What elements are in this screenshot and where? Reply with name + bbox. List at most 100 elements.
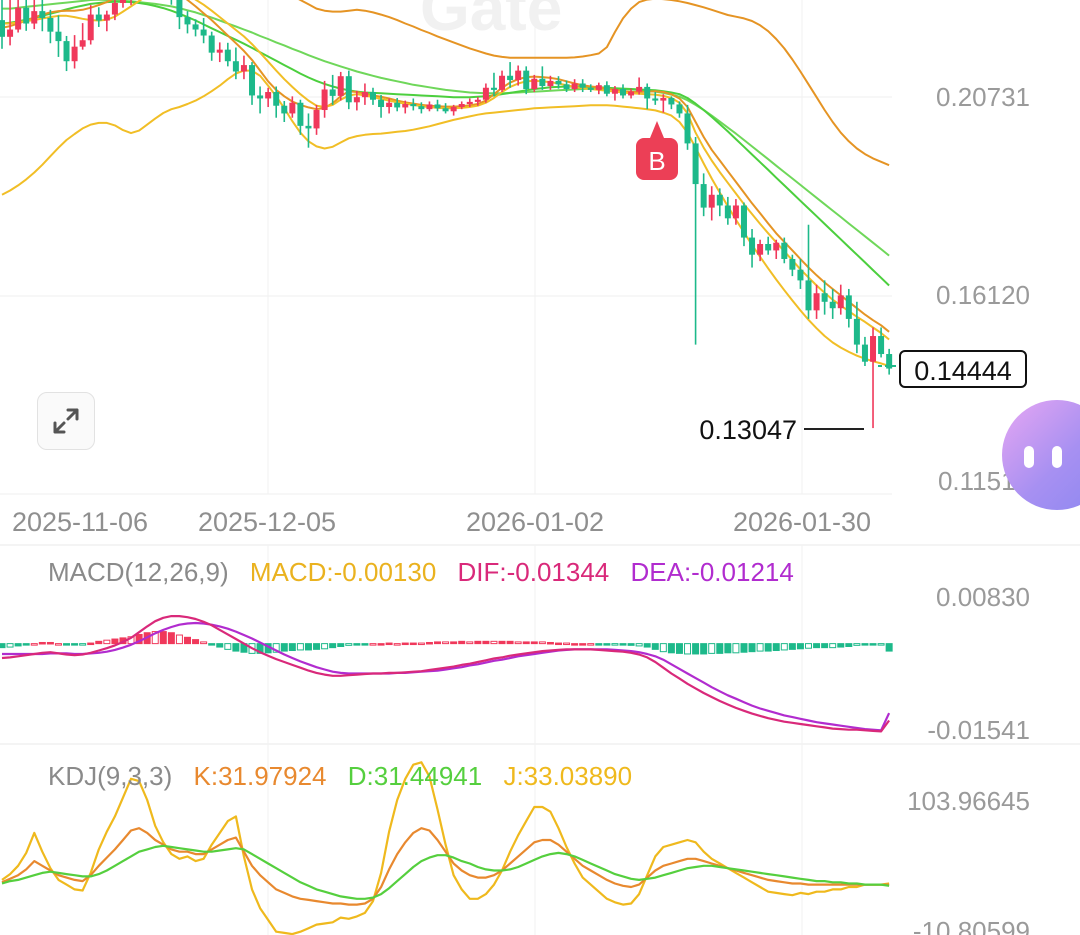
macd-title: MACD(12,26,9) <box>48 557 229 587</box>
candle <box>63 35 70 72</box>
candle-body <box>837 295 844 309</box>
macd-bar <box>87 642 95 646</box>
candle <box>95 7 102 27</box>
macd-value: MACD:-0.00130 <box>250 557 436 587</box>
candle-body <box>773 242 780 251</box>
candle <box>829 288 836 319</box>
candle-body <box>345 76 352 103</box>
candle <box>620 84 627 99</box>
candle <box>781 237 788 264</box>
macd-bar <box>71 643 79 646</box>
candle <box>644 83 651 110</box>
macd-bar <box>95 640 103 645</box>
candle-body <box>87 14 94 41</box>
macd-bar <box>522 641 530 645</box>
expand-button[interactable] <box>37 392 95 450</box>
candle-body <box>765 244 772 251</box>
candle-body <box>216 49 223 53</box>
candle-body <box>466 101 473 105</box>
macd-bar <box>183 636 191 645</box>
candle <box>757 239 764 262</box>
candle-body <box>265 92 272 99</box>
trading-chart[interactable]: Gate 0.20731 0.16120 0.11510 2025-11-06 … <box>0 0 1080 935</box>
candle <box>821 280 828 315</box>
candle-body <box>595 85 602 90</box>
candlestick-series <box>0 0 893 429</box>
candle <box>426 101 433 112</box>
macd-bar <box>46 641 54 645</box>
macd-bar <box>530 641 538 645</box>
candle-body <box>305 125 312 129</box>
candle-body <box>410 104 417 107</box>
candle-body <box>257 95 264 99</box>
macd-bar <box>611 643 619 646</box>
macd-bar <box>369 643 377 646</box>
macd-bar <box>6 643 14 648</box>
candle-body <box>620 89 627 96</box>
candle-body <box>208 35 215 53</box>
macd-bar <box>385 642 393 646</box>
macd-bar <box>780 643 788 651</box>
macd-bar <box>417 642 425 646</box>
date-tick-4: 2026-01-30 <box>733 507 871 537</box>
macd-legend: MACD(12,26,9) MACD:-0.00130 DIF:-0.01344… <box>48 557 794 587</box>
candle-body <box>845 295 852 319</box>
candle <box>861 336 868 367</box>
candle <box>79 23 86 50</box>
candle-body <box>192 24 199 30</box>
candle-body <box>313 110 320 129</box>
candle <box>224 42 231 67</box>
macd-bar <box>103 639 111 645</box>
candle-body <box>587 87 594 90</box>
candle <box>249 62 256 105</box>
candle-body <box>749 237 756 255</box>
candle-body <box>579 83 586 88</box>
candle-body <box>232 61 239 72</box>
macd-bar <box>619 643 627 646</box>
macd-bar <box>296 643 304 651</box>
candle-body <box>829 301 836 309</box>
macd-bar <box>877 643 885 646</box>
candle-body <box>378 99 385 108</box>
macd-bar <box>22 643 30 646</box>
candle-body <box>660 98 667 101</box>
macd-bar <box>651 643 659 650</box>
kdj-title: KDJ(9,3,3) <box>48 761 172 791</box>
candle-body <box>240 65 247 72</box>
moving-average-line <box>1 0 890 333</box>
macd-bar <box>724 643 732 654</box>
candle <box>265 87 272 108</box>
dea-value: DEA:-0.01214 <box>631 557 794 587</box>
macd-bar <box>490 640 498 645</box>
candle-body <box>450 107 457 112</box>
candle-body <box>47 17 54 32</box>
macd-bar <box>192 639 200 645</box>
candle-body <box>531 78 538 90</box>
candle-body <box>353 97 360 103</box>
date-tick-2: 2025-12-05 <box>198 507 336 537</box>
candle-body <box>805 280 812 311</box>
macd-bar <box>30 643 38 646</box>
candle-body <box>861 344 868 362</box>
candle <box>200 17 207 44</box>
expand-arrows-icon <box>53 408 79 434</box>
candle <box>773 239 780 259</box>
macd-bar <box>861 643 869 646</box>
candle <box>708 186 715 221</box>
macd-bar <box>659 643 667 653</box>
macd-bar <box>756 643 764 652</box>
candle <box>71 35 78 69</box>
candle <box>700 173 707 217</box>
candle-body <box>474 99 481 102</box>
candle-body <box>515 70 522 81</box>
macd-bar <box>885 643 893 652</box>
macd-bar <box>216 643 224 648</box>
macd-bar <box>208 643 216 646</box>
candle <box>15 0 22 33</box>
candle <box>595 82 602 95</box>
buy-marker[interactable]: B <box>636 121 678 180</box>
candle <box>337 71 344 101</box>
candle <box>692 136 699 345</box>
candle-body <box>563 84 570 90</box>
candle <box>345 70 352 110</box>
